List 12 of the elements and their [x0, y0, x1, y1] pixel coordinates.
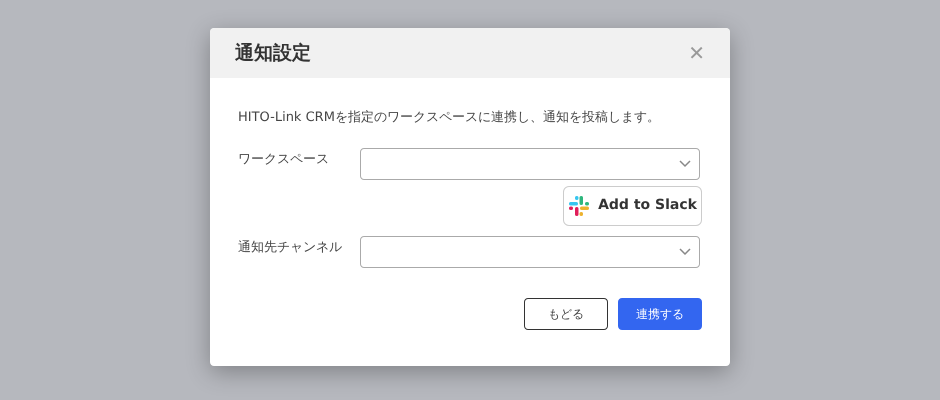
description-text: HITO-Link CRMを指定のワークスペースに連携し、通知を投稿します。 [238, 109, 661, 127]
add-to-slack-button[interactable]: Add to Slack [563, 186, 702, 226]
connect-button[interactable]: 連携する [618, 298, 702, 330]
back-button[interactable]: もどる [524, 298, 608, 330]
slack-icon [568, 194, 590, 216]
select-field[interactable] [360, 148, 700, 180]
chevron-down-icon [679, 160, 691, 168]
field-label: ワークスペース [238, 150, 330, 168]
select-field[interactable] [360, 236, 700, 268]
field-label: 通知先チャンネル [238, 238, 343, 256]
chevron-down-icon [679, 248, 691, 256]
dialog-title: 通知設定 [235, 40, 311, 66]
